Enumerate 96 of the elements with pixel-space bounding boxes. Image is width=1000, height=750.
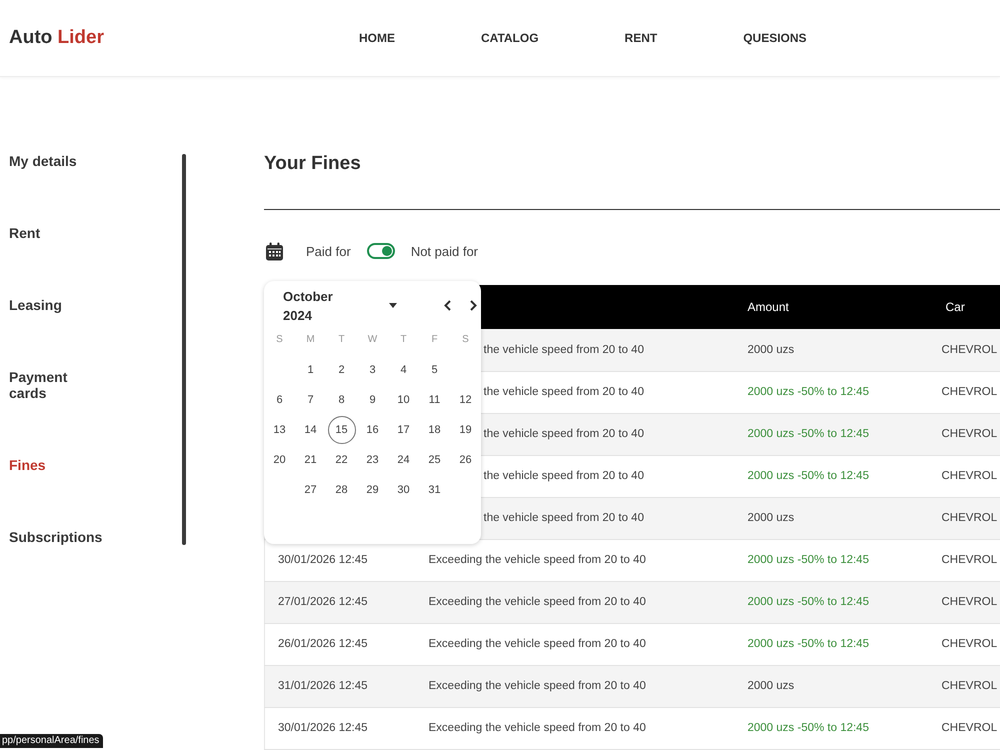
fine-amount: 2000 uzs	[748, 344, 794, 356]
car-name: CHEVROL	[942, 512, 998, 524]
fine-description: the vehicle speed from 20 to 40	[484, 344, 644, 356]
calendar-day[interactable]: 15	[328, 416, 356, 444]
car-name: CHEVROL	[942, 680, 998, 692]
calendar-day[interactable]: 11	[420, 386, 448, 414]
sidebar-item[interactable]: Subscriptions	[9, 529, 102, 545]
car-name: CHEVROL	[942, 386, 998, 398]
month-year-label: October 2024	[283, 288, 333, 324]
chevron-right-icon[interactable]	[470, 300, 477, 311]
page-title: Your Fines	[264, 152, 361, 176]
nav-link[interactable]: RENT	[624, 31, 658, 45]
fine-date: 31/01/2026 12:45	[278, 680, 368, 692]
calendar-day[interactable]: 1	[296, 356, 324, 384]
fine-description: Exceeding the vehicle speed from 20 to 40	[428, 722, 646, 734]
calendar-day[interactable]: 18	[420, 416, 448, 444]
weekday-label: W	[366, 334, 378, 344]
chevron-left-icon[interactable]	[444, 300, 451, 311]
calendar-day[interactable]: 14	[296, 416, 324, 444]
calendar-day[interactable]: 22	[328, 446, 356, 474]
fine-description: Exceeding the vehicle speed from 20 to 40	[428, 596, 646, 608]
calendar-day[interactable]: 17	[390, 416, 418, 444]
fine-date: 27/01/2026 12:45	[278, 596, 368, 608]
filter-label: Not paid for	[410, 244, 478, 258]
fine-description: the vehicle speed from 20 to 40	[484, 428, 644, 440]
calendar-day[interactable]: 2	[328, 356, 356, 384]
calendar-day[interactable]: 25	[420, 446, 448, 474]
calendar-day[interactable]: 13	[266, 416, 294, 444]
fine-description: Exceeding the vehicle speed from 20 to 40	[428, 554, 646, 566]
fine-description: the vehicle speed from 20 to 40	[484, 386, 644, 398]
calendar-day[interactable]: 29	[358, 476, 386, 504]
fine-amount: 2000 uzs -50% to 12:45	[748, 596, 869, 608]
fine-description: Exceeding the vehicle speed from 20 to 40	[428, 680, 646, 692]
calendar-day[interactable]: 7	[296, 386, 324, 414]
calendar-day[interactable]: 10	[390, 386, 418, 414]
calendar-day[interactable]: 5	[420, 356, 448, 384]
calendar-day[interactable]: 20	[266, 446, 294, 474]
calendar-day[interactable]: 23	[358, 446, 386, 474]
calendar-day[interactable]: 3	[358, 356, 386, 384]
fine-amount: 2000 uzs -50% to 12:45	[748, 722, 869, 734]
caret-icon[interactable]	[389, 303, 397, 308]
calendar-day[interactable]: 24	[390, 446, 418, 474]
weekday-label: T	[399, 334, 408, 344]
fine-amount: 2000 uzs -50% to 12:45	[748, 638, 869, 650]
nav-link[interactable]: QUESIONS	[743, 31, 807, 45]
calendar-day[interactable]: 31	[420, 476, 448, 504]
calendar-day[interactable]: 12	[452, 386, 480, 414]
car-name: CHEVROL	[942, 554, 998, 566]
logo[interactable]: Auto Lider	[9, 27, 104, 49]
sidebar-item[interactable]: My details	[9, 153, 77, 169]
weekday-label: M	[305, 334, 316, 344]
fine-amount: 2000 uzs	[748, 512, 794, 524]
sidebar-item[interactable]: Payment cards	[9, 369, 105, 401]
car-name: CHEVROL	[942, 596, 998, 608]
filter-label: Paid for	[306, 244, 351, 258]
fine-date: 30/01/2026 12:45	[278, 554, 368, 566]
toggle-switch[interactable]	[366, 243, 395, 259]
nav-link[interactable]: CATALOG	[481, 31, 539, 45]
calendar-day[interactable]: 28	[328, 476, 356, 504]
fine-description: the vehicle speed from 20 to 40	[484, 470, 644, 482]
fine-amount: 2000 uzs -50% to 12:45	[748, 554, 869, 566]
car-name: CHEVROL	[942, 344, 998, 356]
nav-link[interactable]: HOME	[359, 31, 395, 45]
car-name: CHEVROL	[942, 470, 998, 482]
fine-description: Exceeding the vehicle speed from 20 to 40	[428, 638, 646, 650]
car-name: CHEVROL	[942, 428, 998, 440]
sidebar-item[interactable]: Fines	[9, 457, 46, 473]
calendar-day[interactable]: 26	[452, 446, 480, 474]
fine-amount: 2000 uzs	[748, 680, 794, 692]
car-name: CHEVROL	[942, 638, 998, 650]
calendar-day[interactable]: 19	[452, 416, 480, 444]
fine-date: 26/01/2026 12:45	[278, 638, 368, 650]
fine-description: the vehicle speed from 20 to 40	[484, 512, 644, 524]
calendar-day[interactable]: 9	[358, 386, 386, 414]
fine-date: 30/01/2026 12:45	[278, 722, 368, 734]
car-name: CHEVROL	[942, 722, 998, 734]
sidebar-item[interactable]: Leasing	[9, 297, 62, 313]
calendar-day[interactable]: 21	[296, 446, 324, 474]
weekday-label: F	[430, 334, 439, 344]
column-header: Car	[934, 285, 1000, 329]
calendar-day[interactable]: 8	[328, 386, 356, 414]
fine-amount: 2000 uzs -50% to 12:45	[748, 470, 869, 482]
fine-amount: 2000 uzs -50% to 12:45	[748, 386, 869, 398]
weekday-label: S	[461, 334, 470, 344]
calendar-day[interactable]: 16	[358, 416, 386, 444]
column-header: Amount	[734, 285, 934, 329]
calendar-day[interactable]: 27	[296, 476, 324, 504]
calendar-day[interactable]: 4	[390, 356, 418, 384]
calendar-day[interactable]: 30	[390, 476, 418, 504]
calendar-day[interactable]: 6	[266, 386, 294, 414]
calendar-icon[interactable]	[265, 242, 284, 260]
status-url: pp/personalArea/fines	[0, 734, 104, 748]
fine-amount: 2000 uzs -50% to 12:45	[748, 428, 869, 440]
weekday-label: S	[275, 334, 284, 344]
sidebar-item[interactable]: Rent	[9, 225, 40, 241]
weekday-label: T	[337, 334, 346, 344]
